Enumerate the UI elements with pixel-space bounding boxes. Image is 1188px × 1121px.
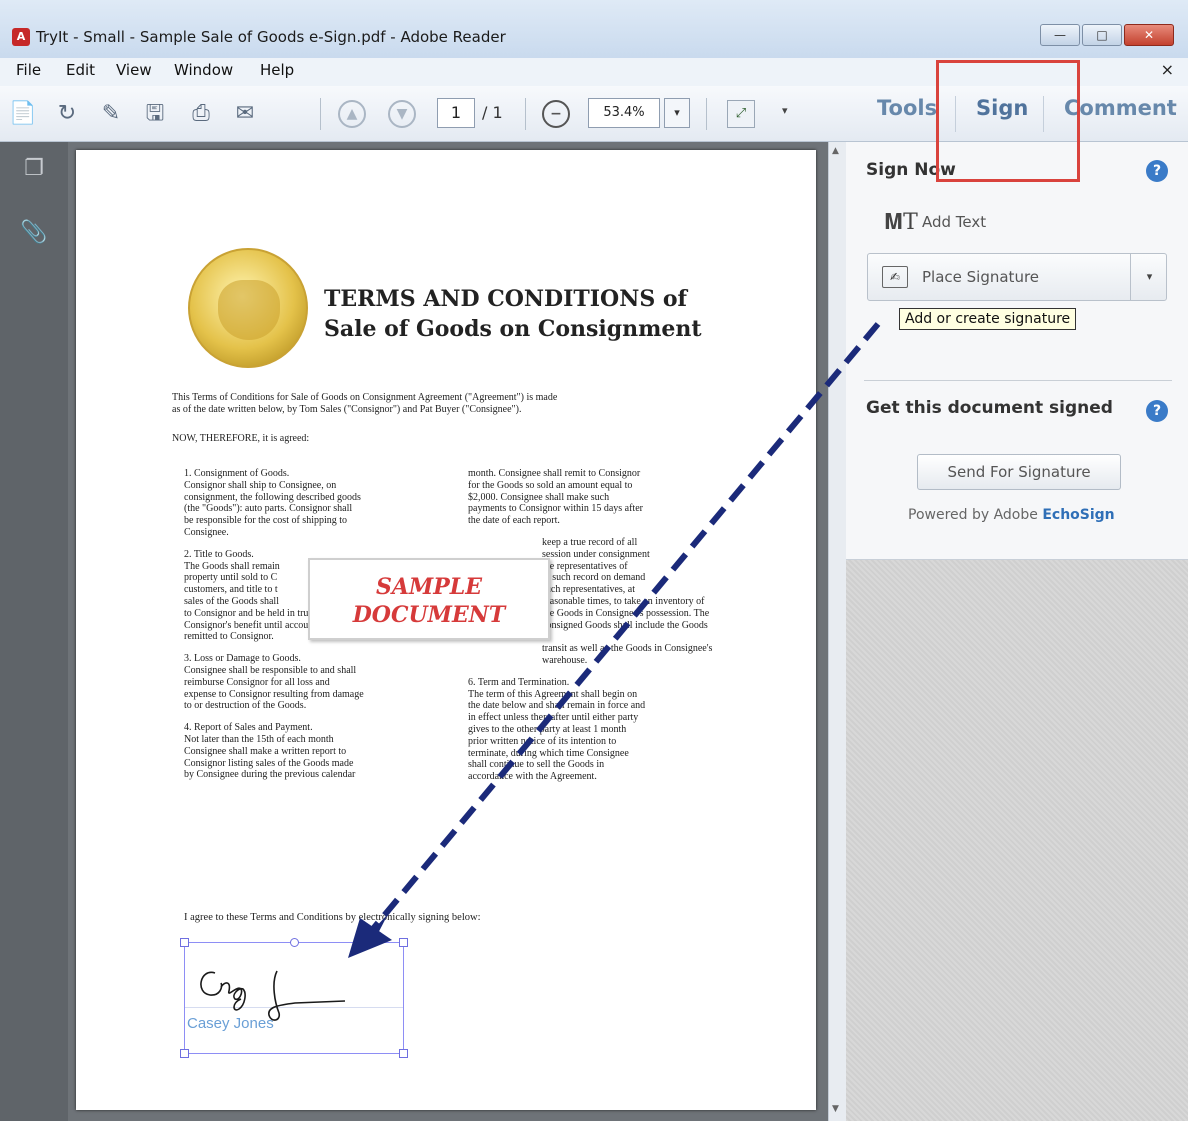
chevron-down-icon[interactable]: ▾ bbox=[1130, 254, 1168, 300]
clause-1: 1. Consignment of Goods. Consignor shall… bbox=[184, 468, 361, 538]
add-text-icon[interactable]: 𝐌T bbox=[884, 210, 918, 235]
clause-4: 4. Report of Sales and Payment. Not late… bbox=[184, 722, 356, 781]
place-signature-button[interactable]: ✍ Place Signature ▾ bbox=[867, 253, 1167, 301]
combine-files-icon[interactable]: ↻ bbox=[52, 99, 82, 129]
toolbar-separator bbox=[320, 98, 321, 130]
tab-comment[interactable]: Comment bbox=[1064, 96, 1177, 120]
help-icon[interactable]: ? bbox=[1146, 400, 1168, 422]
get-signed-title[interactable]: Get this document signed bbox=[866, 398, 1113, 418]
title-bar: A TryIt - Small - Sample Sale of Goods e… bbox=[0, 0, 1188, 58]
document-title-line1: TERMS AND CONDITIONS of bbox=[324, 286, 688, 312]
sample-line1: SAMPLE bbox=[375, 574, 483, 600]
highlight-box bbox=[936, 60, 1080, 182]
next-page-icon[interactable]: ▼ bbox=[388, 100, 416, 128]
clause-3: 3. Loss or Damage to Goods. Consignee sh… bbox=[184, 653, 364, 712]
signer-name: Casey Jones bbox=[187, 1015, 274, 1032]
sign-pane: Sign Now ? 𝐌T Add Text ✍ Place Signature… bbox=[846, 142, 1188, 1121]
gold-seal-logo bbox=[188, 248, 308, 368]
place-signature-label: Place Signature bbox=[922, 268, 1040, 286]
menu-edit[interactable]: Edit bbox=[66, 61, 95, 79]
signature-pen-icon: ✍ bbox=[882, 266, 908, 288]
scroll-down-icon[interactable]: ▼ bbox=[832, 1104, 839, 1114]
sample-document-stamp: SAMPLE DOCUMENT bbox=[308, 558, 550, 640]
edit-pdf-icon[interactable]: ✎ bbox=[96, 99, 126, 129]
now-therefore: NOW, THEREFORE, it is agreed: bbox=[172, 433, 310, 444]
clause-4-cont: month. Consignee shall remit to Consigno… bbox=[468, 468, 643, 527]
sign-panel: Sign Now ? 𝐌T Add Text ✍ Place Signature… bbox=[846, 142, 1188, 560]
email-icon[interactable]: ✉ bbox=[230, 99, 260, 129]
intro-line2: as of the date written below, by Tom Sal… bbox=[172, 404, 522, 415]
save-icon[interactable]: 🖫 bbox=[140, 99, 170, 129]
zoom-dropdown-icon[interactable]: ▾ bbox=[664, 98, 690, 128]
tooltip: Add or create signature bbox=[899, 308, 1077, 330]
close-window-button[interactable]: ✕ bbox=[1124, 24, 1174, 46]
section-divider bbox=[864, 380, 1172, 381]
window-title: TryIt - Small - Sample Sale of Goods e-S… bbox=[36, 28, 506, 46]
clause-6: 6. Term and Termination. The term of thi… bbox=[468, 676, 646, 783]
pdf-page: TERMS AND CONDITIONS of Sale of Goods on… bbox=[76, 150, 816, 1110]
zoom-input[interactable]: 53.4% bbox=[588, 98, 660, 128]
page-number-input[interactable]: 1 bbox=[437, 98, 475, 128]
menu-help[interactable]: Help bbox=[260, 61, 294, 79]
navigation-pane: ❐ 📎 bbox=[0, 142, 68, 1121]
resize-handle[interactable] bbox=[180, 1049, 189, 1058]
print-icon[interactable]: ⎙ bbox=[186, 99, 216, 129]
close-document-icon[interactable]: × bbox=[1161, 60, 1174, 79]
page-thumbnails-icon[interactable]: ❐ bbox=[20, 156, 48, 186]
menu-file[interactable]: File bbox=[16, 61, 41, 79]
minimize-button[interactable]: — bbox=[1040, 24, 1080, 46]
fit-page-icon[interactable]: ⤢ bbox=[727, 100, 755, 128]
zoom-out-icon[interactable]: − bbox=[542, 100, 570, 128]
powered-by-text: Powered by Adobe EchoSign bbox=[908, 507, 1115, 523]
help-icon[interactable]: ? bbox=[1146, 160, 1168, 182]
echosign-link[interactable]: EchoSign bbox=[1042, 507, 1114, 523]
agreement-statement: I agree to these Terms and Conditions by… bbox=[184, 912, 481, 923]
vertical-scrollbar[interactable]: ▲ ▼ bbox=[828, 142, 846, 1121]
attachments-icon[interactable]: 📎 bbox=[20, 220, 48, 250]
adobe-reader-window: A TryIt - Small - Sample Sale of Goods e… bbox=[0, 0, 1188, 1121]
document-title-line2: Sale of Goods on Consignment bbox=[324, 316, 702, 342]
menu-window[interactable]: Window bbox=[174, 61, 233, 79]
seal-emblem bbox=[218, 280, 280, 340]
page-total: / 1 bbox=[482, 103, 503, 122]
previous-page-icon[interactable]: ▲ bbox=[338, 100, 366, 128]
adobe-reader-icon: A bbox=[12, 28, 30, 46]
powered-prefix: Powered by Adobe bbox=[908, 507, 1043, 523]
tab-tools[interactable]: Tools bbox=[877, 96, 937, 120]
more-tools-icon[interactable]: ▾ bbox=[782, 104, 788, 117]
intro-line1: This Terms of Conditions for Sale of Goo… bbox=[172, 392, 558, 403]
send-for-signature-button[interactable]: Send For Signature bbox=[917, 454, 1121, 490]
create-pdf-icon[interactable]: 📄 bbox=[8, 99, 38, 129]
handwritten-signature bbox=[200, 970, 346, 1021]
scroll-up-icon[interactable]: ▲ bbox=[832, 146, 839, 156]
menu-view[interactable]: View bbox=[116, 61, 152, 79]
document-viewer: TERMS AND CONDITIONS of Sale of Goods on… bbox=[68, 142, 828, 1121]
maximize-button[interactable]: □ bbox=[1082, 24, 1122, 46]
add-text-button[interactable]: Add Text bbox=[922, 213, 986, 231]
document-title: TERMS AND CONDITIONS of Sale of Goods on… bbox=[324, 284, 724, 344]
sample-line2: DOCUMENT bbox=[352, 602, 506, 628]
toolbar-separator bbox=[525, 98, 526, 130]
toolbar-separator bbox=[706, 98, 707, 130]
signature-field[interactable]: Casey Jones bbox=[180, 938, 408, 1058]
resize-handle[interactable] bbox=[399, 1049, 408, 1058]
